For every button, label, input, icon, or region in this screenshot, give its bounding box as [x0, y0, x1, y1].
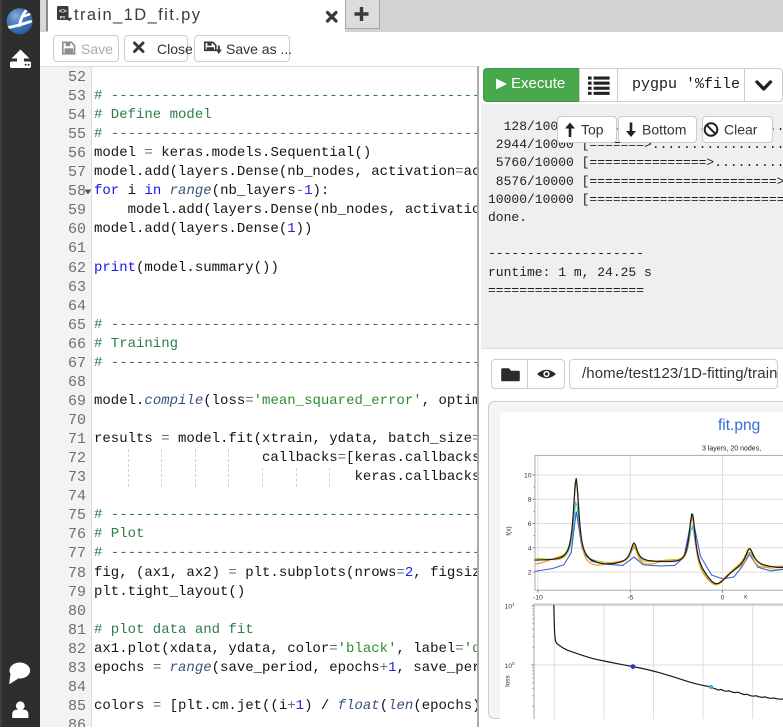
- svg-text:Save: Save: [81, 41, 113, 57]
- svg-text:0: 0: [721, 595, 725, 602]
- svg-text:x: x: [744, 594, 748, 601]
- svg-text:Clear: Clear: [724, 122, 758, 138]
- svg-text:-10: -10: [533, 595, 543, 602]
- svg-text:4: 4: [528, 545, 532, 552]
- svg-text:Close: Close: [157, 41, 193, 57]
- svg-text:10: 10: [524, 472, 532, 479]
- svg-text:3 layers, 20 nodes,: 3 layers, 20 nodes,: [702, 446, 761, 453]
- svg-text:Save as ...: Save as ...: [226, 41, 292, 57]
- svg-text:loss: loss: [505, 674, 512, 686]
- svg-text:PY: PY: [60, 15, 66, 20]
- svg-text:6: 6: [528, 521, 532, 528]
- svg-text:-5: -5: [627, 595, 633, 602]
- svg-text:8: 8: [528, 497, 532, 504]
- svg-text:Top: Top: [581, 122, 604, 138]
- svg-text:2: 2: [528, 570, 532, 577]
- svg-text:1: 1: [512, 602, 515, 607]
- svg-text:f(x): f(x): [506, 526, 513, 535]
- svg-text:Bottom: Bottom: [642, 122, 686, 138]
- svg-text:0: 0: [512, 661, 515, 666]
